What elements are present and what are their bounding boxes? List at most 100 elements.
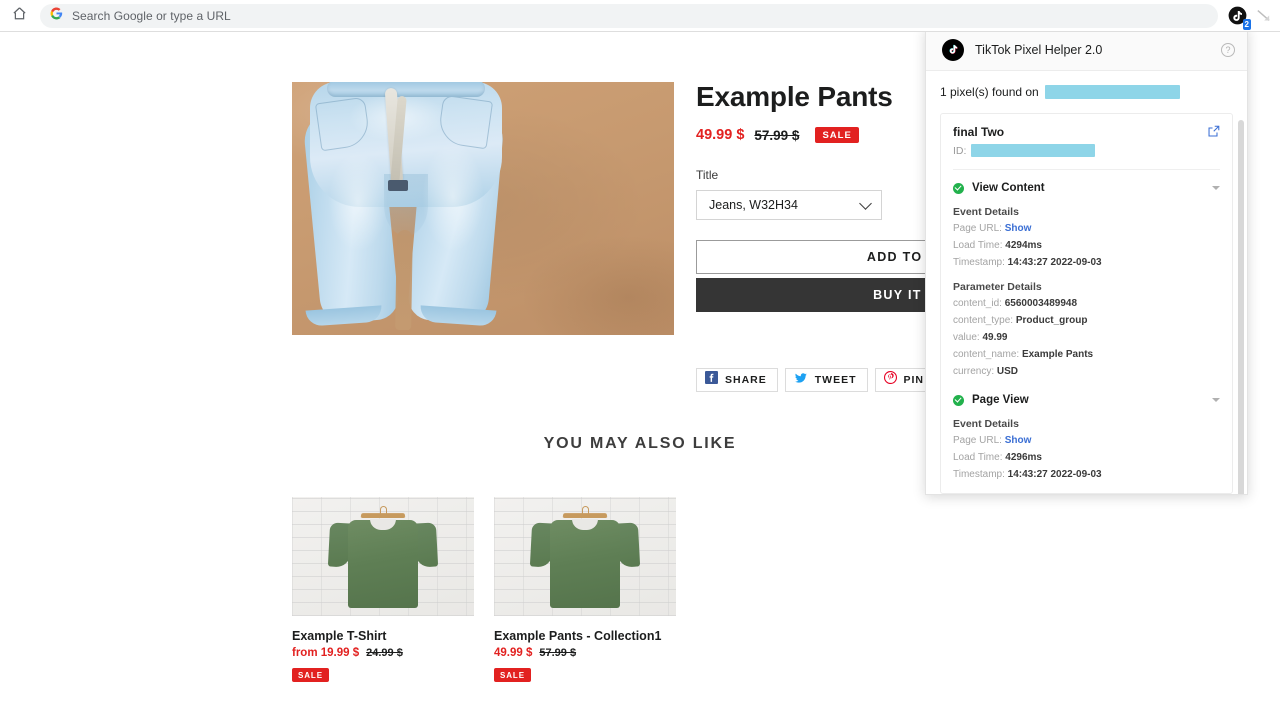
- tiktok-logo-icon: [942, 38, 964, 61]
- product-card-title[interactable]: Example Pants - Collection1: [494, 629, 676, 643]
- panel-body: 1 pixel(s) found on final Two ID: View C…: [926, 71, 1247, 494]
- detail-key: currency:: [953, 366, 995, 377]
- redacted-pixel-id: [971, 144, 1096, 157]
- detail-line: Page URL: Show: [953, 434, 1220, 447]
- omnibox-placeholder: Search Google or type a URL: [72, 8, 231, 23]
- event-name: View Content: [972, 182, 1045, 194]
- detail-value: 14:43:27 2022-09-03: [1007, 469, 1102, 480]
- check-circle-icon: [953, 182, 964, 194]
- detail-line: Timestamp: 14:43:27 2022-09-03: [953, 256, 1220, 269]
- check-circle-icon: [953, 394, 964, 406]
- product-card-price-row: from 19.99 $ 24.99 $: [292, 647, 474, 659]
- share-facebook-label: SHARE: [725, 374, 767, 386]
- pixels-found-row: 1 pixel(s) found on: [940, 85, 1233, 99]
- home-button[interactable]: [4, 1, 34, 31]
- divider: [953, 169, 1220, 170]
- product-compare-price: 57.99 $: [754, 127, 800, 143]
- help-circle-icon[interactable]: ?: [1221, 42, 1235, 57]
- product-card-price: from 19.99 $: [292, 647, 360, 659]
- parameter-details-title: Parameter Details: [953, 281, 1042, 293]
- detail-line: Load Time: 4294ms: [953, 239, 1220, 252]
- product-price: 49.99 $: [696, 127, 745, 143]
- extensions-area: 2: [1224, 3, 1280, 30]
- variant-select-wrapper[interactable]: Jeans, W32H34: [696, 190, 882, 220]
- event-header-page-view[interactable]: Page View: [953, 394, 1220, 406]
- product-card-compare-price: 24.99 $: [366, 647, 403, 659]
- detail-value: 49.99: [982, 332, 1008, 343]
- detail-key: value:: [953, 332, 980, 343]
- page-url-show-link[interactable]: Show: [1005, 223, 1032, 234]
- detail-key: content_id:: [953, 298, 1002, 309]
- share-twitter-button[interactable]: TWEET: [784, 368, 868, 392]
- detail-key: Load Time:: [953, 452, 1003, 463]
- twitter-icon: [794, 371, 808, 390]
- redacted-domain: [1044, 85, 1180, 99]
- status-badge: SALE: [292, 668, 329, 682]
- caret-down-icon[interactable]: [1212, 186, 1220, 190]
- recommendations-grid: Example T-Shirt from 19.99 $ 24.99 $ SAL…: [292, 497, 676, 683]
- product-main-image[interactable]: [292, 82, 674, 335]
- google-g-icon: [50, 7, 63, 25]
- detail-line: Page URL: Show: [953, 222, 1220, 235]
- detail-key: content_type:: [953, 315, 1014, 326]
- tiktok-pixel-helper-panel: TikTok Pixel Helper 2.0 ? 1 pixel(s) fou…: [925, 28, 1248, 495]
- share-twitter-label: TWEET: [814, 374, 857, 386]
- panel-scrollbar[interactable]: [1238, 120, 1244, 494]
- tiktok-pixel-helper-icon[interactable]: 2: [1224, 3, 1251, 30]
- hanger-bar-icon: [360, 513, 406, 518]
- product-thumbnail[interactable]: [292, 497, 474, 616]
- detail-key: Timestamp:: [953, 469, 1005, 480]
- pinterest-icon: [883, 371, 897, 389]
- home-icon: [12, 6, 27, 26]
- detail-line: content_name: Example Pants: [953, 348, 1220, 361]
- detail-key: content_name:: [953, 349, 1020, 360]
- detail-key: Page URL:: [953, 435, 1002, 446]
- event-name: Page View: [972, 394, 1029, 406]
- product-card-compare-price: 57.99 $: [539, 647, 577, 659]
- detail-line: value: 49.99: [953, 331, 1220, 344]
- extension-icon[interactable]: [1250, 3, 1276, 29]
- status-badge: SALE: [494, 668, 531, 682]
- page-url-show-link[interactable]: Show: [1005, 435, 1032, 446]
- detail-key: Timestamp:: [953, 257, 1005, 268]
- pixel-id-row: ID:: [953, 144, 1096, 157]
- list-item[interactable]: Example T-Shirt from 19.99 $ 24.99 $ SAL…: [292, 497, 474, 683]
- facebook-icon: [705, 371, 718, 389]
- tshirt-body: [550, 520, 620, 608]
- event-details-title: Event Details: [953, 418, 1019, 430]
- detail-line: Timestamp: 14:43:27 2022-09-03: [953, 468, 1220, 481]
- detail-line: content_id: 6560003489948: [953, 297, 1220, 310]
- detail-key: Load Time:: [953, 240, 1003, 251]
- product-card-title[interactable]: Example T-Shirt: [292, 629, 474, 643]
- detail-line: Load Time: 4296ms: [953, 451, 1220, 464]
- detail-value: 6560003489948: [1004, 298, 1078, 309]
- detail-line: content_type: Product_group: [953, 314, 1220, 327]
- pixels-found-text: 1 pixel(s) found on: [940, 85, 1039, 99]
- list-item[interactable]: Example Pants - Collection1 49.99 $ 57.9…: [494, 497, 676, 683]
- jeans-cuff-left: [305, 305, 383, 327]
- variant-select[interactable]: Jeans, W32H34: [696, 190, 882, 220]
- pixel-name: final Two: [953, 125, 1005, 139]
- panel-title: TikTok Pixel Helper 2.0: [975, 42, 1103, 57]
- detail-value: 14:43:27 2022-09-03: [1007, 257, 1102, 268]
- share-facebook-button[interactable]: SHARE: [696, 368, 778, 392]
- pixel-card: final Two ID: View Content Event Details…: [940, 113, 1233, 494]
- event-header-view-content[interactable]: View Content: [953, 182, 1220, 194]
- jeans-drawstring-buckle: [388, 180, 408, 191]
- browser-toolbar: Search Google or type a URL 2: [0, 0, 1280, 32]
- jeans-waistband: [327, 82, 485, 97]
- external-link-icon[interactable]: [1207, 125, 1220, 138]
- hanger-bar-icon: [562, 513, 608, 518]
- product-thumbnail[interactable]: [494, 497, 676, 616]
- pixel-id-label: ID:: [953, 144, 967, 157]
- jeans-leg-gap: [395, 229, 413, 331]
- detail-value: 4296ms: [1005, 452, 1042, 463]
- status-badge: SALE: [815, 127, 859, 143]
- product-card-price-row: 49.99 $ 57.99 $: [494, 647, 676, 659]
- detail-value: Product_group: [1015, 315, 1088, 326]
- detail-key: Page URL:: [953, 223, 1002, 234]
- detail-value: USD: [996, 366, 1019, 377]
- caret-down-icon[interactable]: [1212, 398, 1220, 402]
- detail-line: currency: USD: [953, 365, 1220, 378]
- omnibox[interactable]: Search Google or type a URL: [40, 3, 1218, 28]
